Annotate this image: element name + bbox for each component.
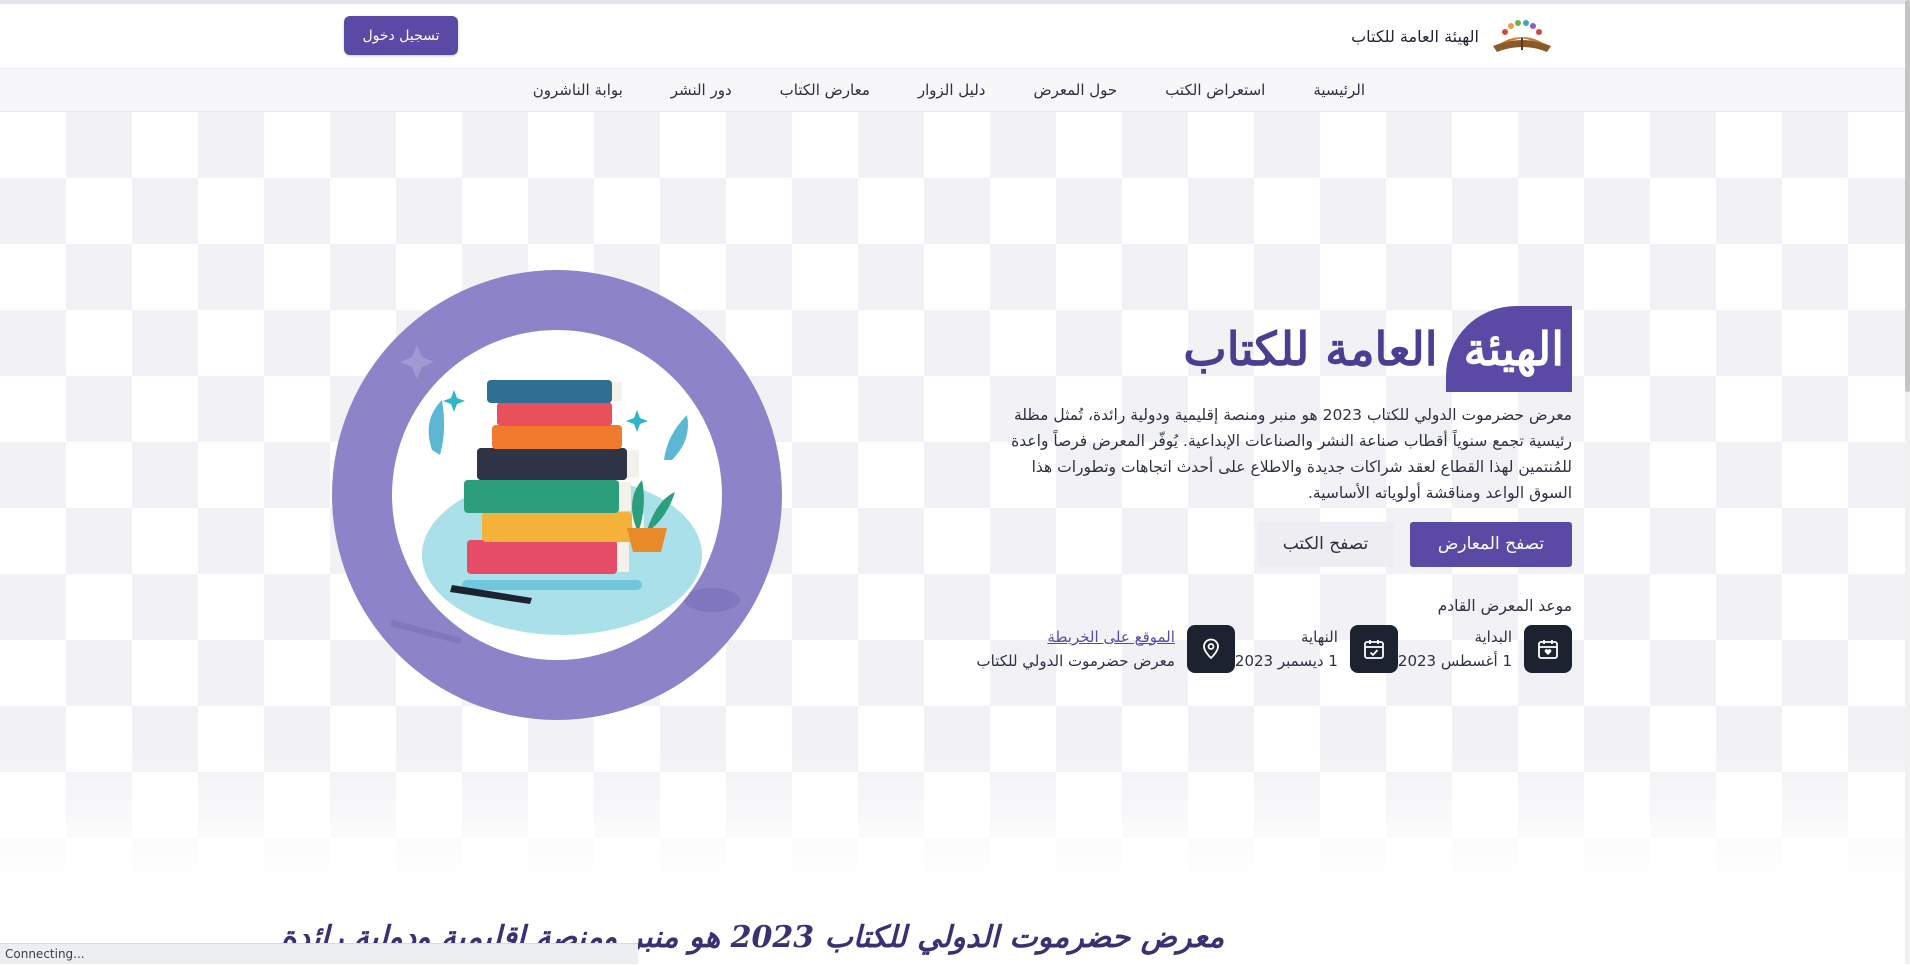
hero-section [0,112,1905,882]
hero-content: الهيئة العامة للكتاب معرض حضرموت الدولي … [977,306,1572,673]
exhibition-dates: البداية 1 أغسطس 2023 النهاية 1 ديسمبر 20… [977,624,1572,673]
end-date: النهاية 1 ديسمبر 2023 [1234,624,1398,673]
main-nav: الرئيسية استعراض الكتب حول المعرض دليل ا… [0,69,1905,112]
calendar-heart-icon [1524,624,1572,673]
books-stack-icon [422,380,702,635]
page-scrollbar[interactable] [1905,0,1910,964]
nav-item-publishers-portal[interactable]: بوابة الناشرون [533,81,623,99]
hero-buttons: تصفح المعارض تصفح الكتب [1002,521,1572,567]
nav-item-home[interactable]: الرئيسية [1313,81,1365,99]
scrollbar-thumb[interactable] [1905,0,1910,392]
location-pin-icon [1186,624,1235,673]
book-logo-icon [1489,16,1555,56]
nav-item-browse-books[interactable]: استعراض الكتب [1165,81,1265,99]
site-header: الهيئة العامة للكتاب تسجيل دخول [0,4,1905,69]
next-exhibition-label: موعد المعرض القادم [1437,596,1572,615]
browse-books-button[interactable]: تصفح الكتب [1257,521,1394,567]
books-stack-illustration [392,330,722,660]
nav-item-book-fairs[interactable]: معارض الكتاب [780,81,870,99]
end-value: 1 ديسمبر 2023 [1234,651,1338,670]
calendar-check-icon [1349,624,1398,673]
hero-illustration [332,270,782,720]
login-button[interactable]: تسجيل دخول [344,16,458,55]
exhibition-location: الموقع على الخريطة معرض حضرموت الدولي لل… [976,624,1235,673]
title-main: العامة للكتاب [1183,322,1438,376]
brand-name: الهيئة العامة للكتاب [1351,26,1479,46]
start-value: 1 أغسطس 2023 [1397,651,1512,670]
browser-status-bar: Connecting... [0,943,638,964]
map-link[interactable]: الموقع على الخريطة [977,625,1175,649]
start-label: البداية [1474,627,1512,646]
title-badge: الهيئة [1445,306,1572,392]
browse-exhibitions-button[interactable]: تصفح المعارض [1410,521,1572,567]
brand[interactable]: الهيئة العامة للكتاب [1351,16,1555,56]
end-label: النهاية [1300,627,1338,646]
location-value: معرض حضرموت الدولي للكتاب [976,651,1175,670]
hero-description: معرض حضرموت الدولي للكتاب 2023 هو منبر و… [1011,406,1572,502]
start-date: البداية 1 أغسطس 2023 [1397,624,1572,673]
nav-item-visitors-guide[interactable]: دليل الزوار [918,81,986,99]
nav-item-about-exhibition[interactable]: حول المعرض [1033,81,1117,99]
page-title: الهيئة العامة للكتاب [1002,306,1572,392]
nav-item-publishers[interactable]: دور النشر [671,81,732,99]
